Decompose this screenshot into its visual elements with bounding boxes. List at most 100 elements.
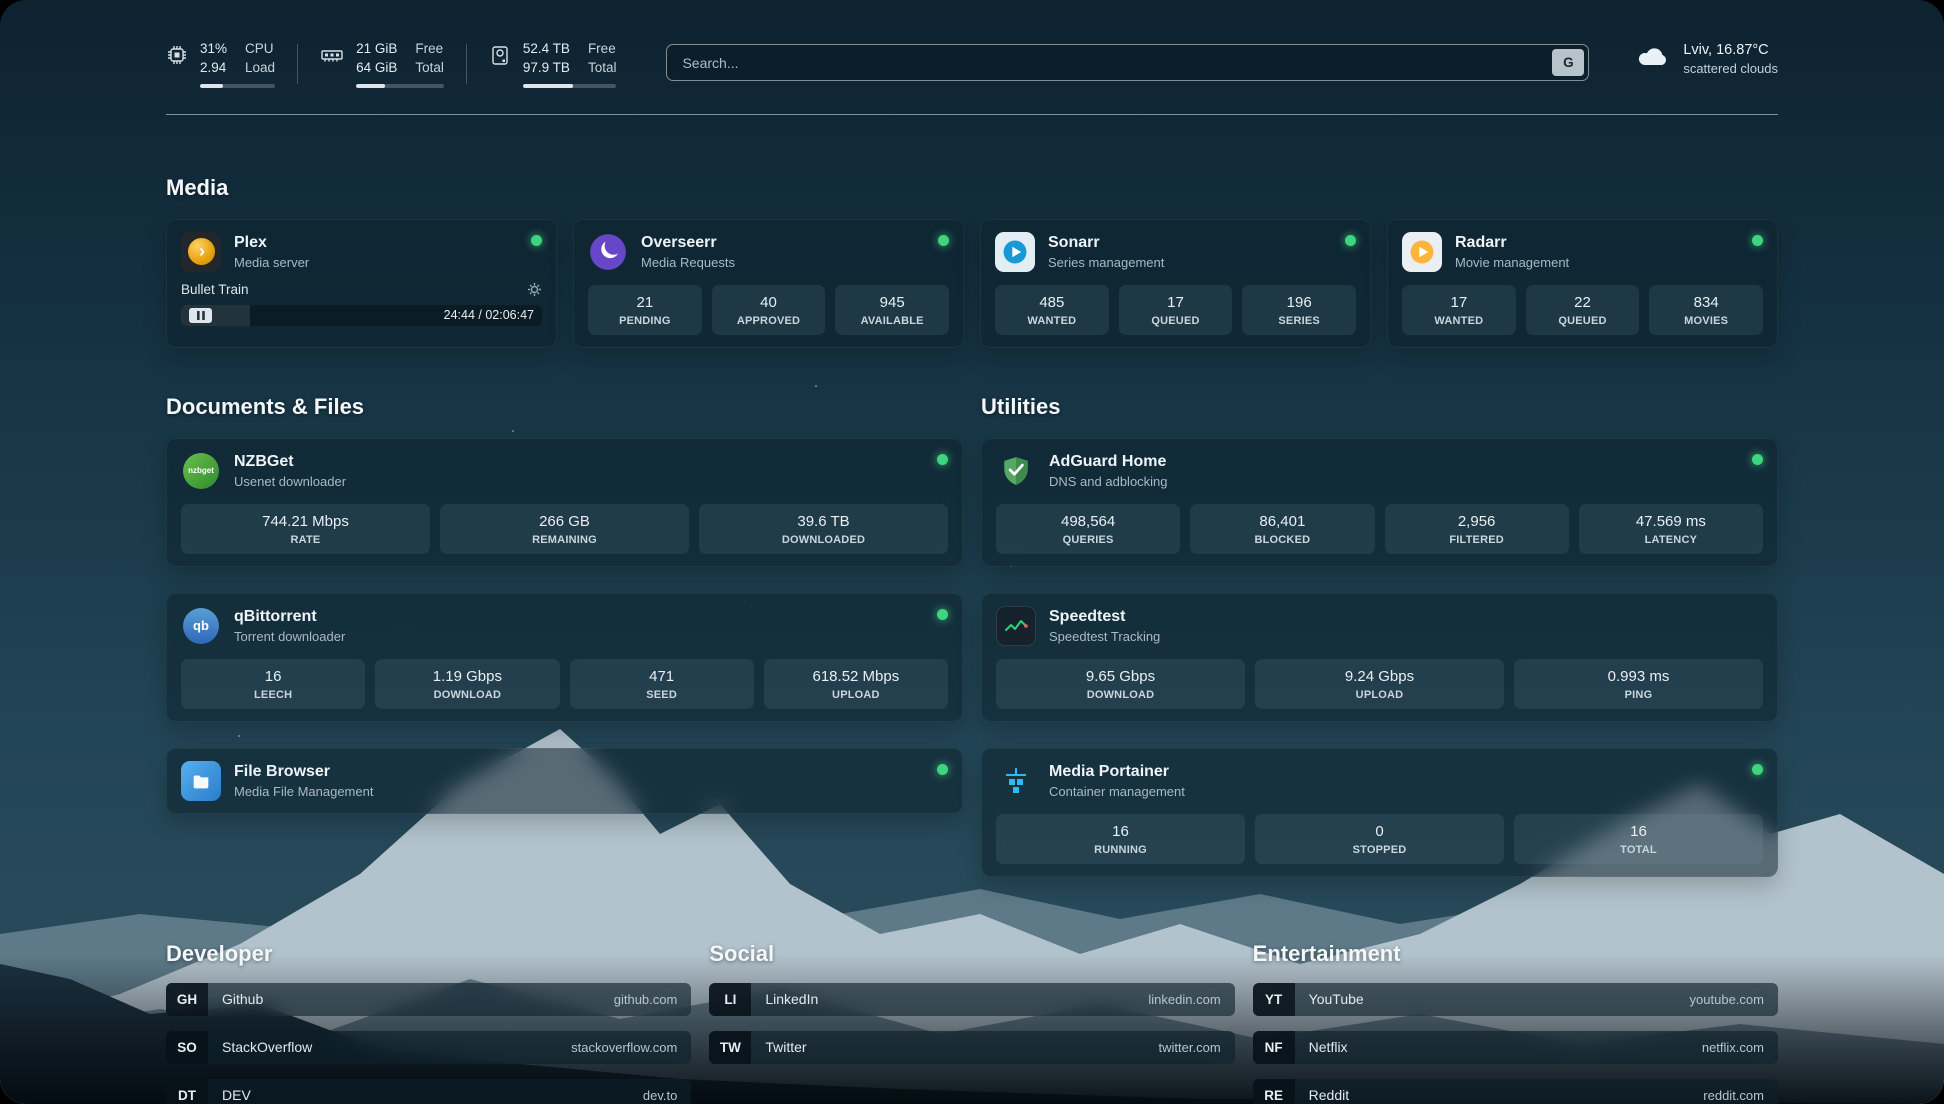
social-column: Social LI LinkedIn linkedin.com TW Twitt… [709,941,1234,1064]
stat-label: AVAILABLE [841,315,943,327]
card-radarr[interactable]: Radarr Movie management 17 WANTED 22 QUE… [1387,219,1778,348]
stat-value: 16 [1002,823,1239,840]
bookmark-url: linkedin.com [1148,992,1220,1007]
bookmark-dev[interactable]: DT DEV dev.to [166,1079,691,1104]
app-subtitle: DNS and adblocking [1049,474,1168,489]
stat-value: 2,956 [1391,513,1563,530]
bookmark-url: dev.to [643,1088,677,1103]
snow-specks [0,0,2,2]
stat-wanted: 17 WANTED [1402,285,1516,335]
memory-icon [320,44,344,66]
bookmark-abbr: GH [166,983,208,1016]
stat-label: TOTAL [1520,844,1757,856]
bookmark-twitter[interactable]: TW Twitter twitter.com [709,1031,1234,1064]
bookmark-github[interactable]: GH Github github.com [166,983,691,1016]
disk-label-1: Free [588,40,617,59]
bookmark-name: Twitter [765,1039,806,1055]
app-name: Sonarr [1048,234,1164,252]
app-name: Plex [234,234,309,252]
card-nzbget[interactable]: nzbget NZBGet Usenet downloader 744.21 M… [166,438,963,567]
search-engine-button[interactable]: G [1552,49,1584,76]
entertainment-column: Entertainment YT YouTube youtube.com NF … [1253,941,1778,1104]
nzbget-icon: nzbget [181,451,221,491]
stat-label: DOWNLOAD [381,689,553,701]
stat-blocked: 86,401 BLOCKED [1190,504,1374,554]
app-subtitle: Series management [1048,255,1164,270]
status-dot [1752,235,1763,246]
stat-value: 945 [841,294,943,311]
stat-label: MOVIES [1655,315,1757,327]
stat-label: RUNNING [1002,844,1239,856]
card-sonarr[interactable]: Sonarr Series management 485 WANTED 17 Q… [980,219,1371,348]
stat-leech: 16 LEECH [181,659,365,709]
memory-total-value: 64 GiB [356,59,397,78]
stat-label: LATENCY [1585,534,1757,546]
stat-available: 945 AVAILABLE [835,285,949,335]
status-dot [937,454,948,465]
media-card-row: › Plex Media server Bullet Train [166,219,1778,348]
pause-icon[interactable] [189,308,212,323]
stat-value: 21 [594,294,696,311]
stat-label: LEECH [187,689,359,701]
card-adguard[interactable]: AdGuard Home DNS and adblocking 498,564 … [981,438,1778,567]
playback-progress-bar[interactable]: 24:44 / 02:06:47 [181,305,542,326]
now-playing-title: Bullet Train [181,282,249,297]
stat-ping: 0.993 ms PING [1514,659,1763,709]
stat-label: WANTED [1001,315,1103,327]
status-dot [937,609,948,620]
disk-total-value: 97.9 TB [523,59,570,78]
settings-gear-icon[interactable] [527,282,542,297]
stat-label: APPROVED [718,315,820,327]
bookmark-netflix[interactable]: NF Netflix netflix.com [1253,1031,1778,1064]
bookmark-abbr: SO [166,1031,208,1064]
stat-label: SEED [576,689,748,701]
speedtest-icon [996,606,1036,646]
card-overseerr[interactable]: Overseerr Media Requests 21 PENDING 40 A… [573,219,964,348]
stat-value: 266 GB [446,513,683,530]
app-name: qBittorrent [234,608,345,626]
status-dot [1752,764,1763,775]
stat-label: UPLOAD [1261,689,1498,701]
bookmark-stackoverflow[interactable]: SO StackOverflow stackoverflow.com [166,1031,691,1064]
stat-value: 0 [1261,823,1498,840]
bookmark-url: stackoverflow.com [571,1040,677,1055]
stat-label: FILTERED [1391,534,1563,546]
weather-condition: scattered clouds [1683,61,1778,76]
stat-value: 16 [1520,823,1757,840]
card-speedtest[interactable]: Speedtest Speedtest Tracking 9.65 Gbps D… [981,593,1778,722]
cpu-load-value: 2.94 [200,59,227,78]
bookmark-linkedin[interactable]: LI LinkedIn linkedin.com [709,983,1234,1016]
stat-stopped: 0 STOPPED [1255,814,1504,864]
app-subtitle: Media File Management [234,784,373,799]
app-subtitle: Torrent downloader [234,629,345,644]
stat-value: 744.21 Mbps [187,513,424,530]
stat-label: RATE [187,534,424,546]
bookmark-reddit[interactable]: RE Reddit reddit.com [1253,1079,1778,1104]
section-title-developer: Developer [166,941,691,967]
stat-approved: 40 APPROVED [712,285,826,335]
radarr-icon [1402,232,1442,272]
cpu-progress-bar [200,84,275,88]
card-qbittorrent[interactable]: qb qBittorrent Torrent downloader 16 LEE… [166,593,963,722]
stat-upload: 618.52 Mbps UPLOAD [764,659,948,709]
filebrowser-icon [181,761,221,801]
memory-widget: 21 GiB 64 GiB Free Total [320,40,444,88]
stat-label: WANTED [1408,315,1510,327]
search-input[interactable] [666,44,1589,81]
portainer-icon [996,761,1036,801]
card-plex[interactable]: › Plex Media server Bullet Train [166,219,557,348]
section-title-media: Media [166,175,1778,201]
stat-value: 498,564 [1002,513,1174,530]
app-name: Speedtest [1049,608,1160,626]
stat-value: 22 [1532,294,1634,311]
bookmark-youtube[interactable]: YT YouTube youtube.com [1253,983,1778,1016]
card-portainer[interactable]: Media Portainer Container management 16 … [981,748,1778,877]
stat-label: QUEUED [1125,315,1227,327]
stat-value: 17 [1408,294,1510,311]
bookmark-name: YouTube [1309,991,1364,1007]
app-subtitle: Media Requests [641,255,735,270]
search-box: G [666,44,1589,81]
card-filebrowser[interactable]: File Browser Media File Management [166,748,963,814]
stat-value: 9.65 Gbps [1002,668,1239,685]
stat-movies: 834 MOVIES [1649,285,1763,335]
